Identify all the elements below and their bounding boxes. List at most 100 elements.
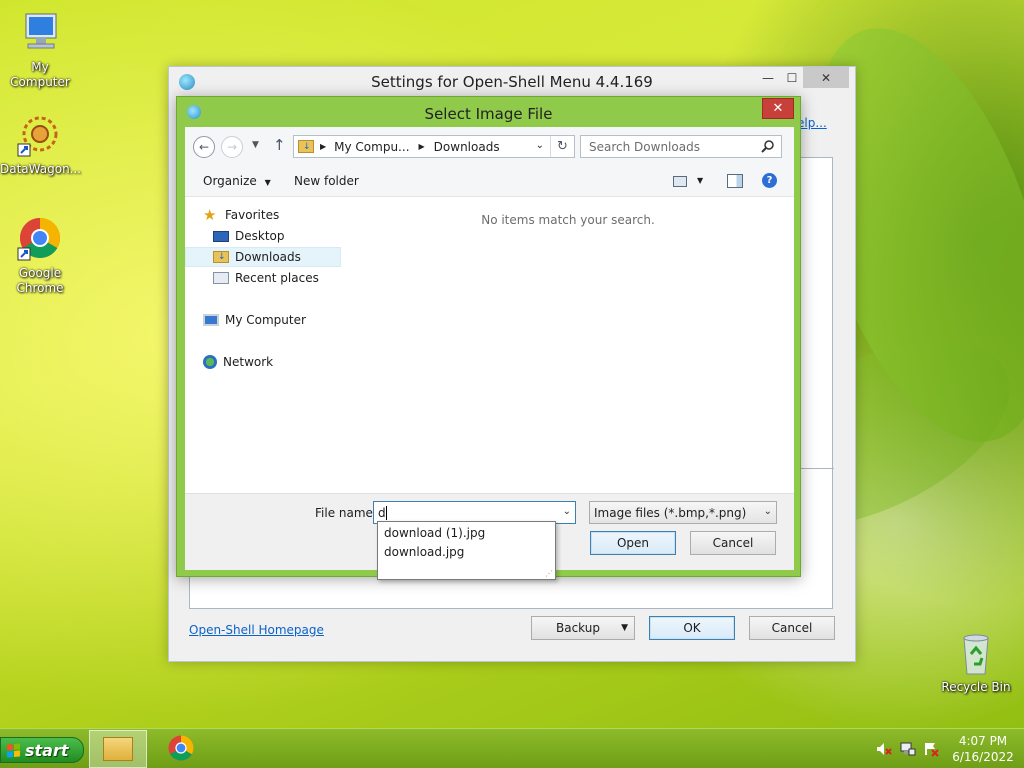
address-bar[interactable]: ↓ ▶ My Compu... ▶ Downloads ⌄ ↻ xyxy=(293,135,575,158)
file-list[interactable]: No items match your search. xyxy=(342,197,794,493)
up-arrow-icon[interactable]: ↑ xyxy=(273,136,286,154)
computer-icon xyxy=(203,314,219,326)
resize-grip-icon[interactable]: ⋰ xyxy=(545,569,553,578)
breadcrumb-downloads[interactable]: Downloads xyxy=(434,140,500,154)
nav-label: Network xyxy=(223,355,274,369)
autocomplete-list: download (1).jpg download.jpg ⋰ xyxy=(377,521,556,580)
desktop-icon-label: My Computer xyxy=(10,60,70,89)
datawagon-icon xyxy=(16,112,64,160)
search-icon xyxy=(761,139,775,156)
clock[interactable]: 4:07 PM 6/16/2022 xyxy=(948,733,1018,765)
start-button[interactable]: start xyxy=(0,737,84,763)
select-image-dialog: Select Image File ✕ ← → ▼ ↑ ↓ ▶ My Compu… xyxy=(176,96,801,577)
settings-titlebar[interactable]: Settings for Open-Shell Menu 4.4.169 — ☐… xyxy=(169,67,855,97)
desktop-icon-my-computer[interactable]: My Computer xyxy=(0,10,80,90)
clock-time: 4:07 PM xyxy=(958,734,1008,748)
clock-date: 6/16/2022 xyxy=(952,750,1014,764)
downloads-folder-icon: ↓ xyxy=(213,251,229,263)
windows-flag-icon xyxy=(7,742,20,758)
preview-pane-icon[interactable] xyxy=(727,174,743,188)
desktop-icon-datawagon[interactable]: DataWagon... xyxy=(0,112,82,177)
navigation-pane: ★ Favorites Desktop ↓ Downloads Recent p… xyxy=(185,197,342,493)
autocomplete-item[interactable]: download (1).jpg xyxy=(384,526,485,540)
organize-label: Organize xyxy=(203,174,257,188)
chevron-down-icon: ▼ xyxy=(264,178,271,187)
dropdown-arrow-icon: ▼ xyxy=(621,623,628,633)
dialog-close-button[interactable]: ✕ xyxy=(762,98,794,119)
dialog-titlebar[interactable]: Select Image File ✕ xyxy=(177,97,800,127)
nav-downloads[interactable]: ↓ Downloads xyxy=(185,247,341,267)
panel-divider xyxy=(800,468,834,469)
search-input[interactable]: Search Downloads xyxy=(589,140,700,154)
taskbar: start 4:07 PM 6/16/2022 xyxy=(0,728,1024,768)
desktop-icon-recycle-bin[interactable]: Recycle Bin xyxy=(936,630,1016,695)
chrome-icon xyxy=(166,733,196,766)
back-button[interactable]: ← xyxy=(193,136,215,158)
search-box[interactable]: Search Downloads xyxy=(580,135,782,158)
star-icon: ★ xyxy=(203,206,217,224)
close-button[interactable]: ✕ xyxy=(803,67,849,88)
view-options-chevron-icon[interactable]: ▼ xyxy=(697,176,703,185)
network-status-icon[interactable] xyxy=(900,741,916,757)
nav-recent-places[interactable]: Recent places xyxy=(213,268,319,288)
navigation-bar: ← → ▼ ↑ ↓ ▶ My Compu... ▶ Downloads ⌄ ↻ … xyxy=(185,127,794,167)
taskbar-file-explorer[interactable] xyxy=(89,730,147,768)
arrow-right-icon: → xyxy=(226,140,238,154)
action-center-icon[interactable] xyxy=(924,741,940,757)
open-button[interactable]: Open xyxy=(590,531,676,555)
folder-icon xyxy=(103,737,133,761)
arrow-left-icon: ← xyxy=(198,140,210,154)
homepage-link[interactable]: Open-Shell Homepage xyxy=(189,623,324,637)
new-folder-button[interactable]: New folder xyxy=(294,174,359,188)
chevron-down-icon[interactable]: ⌄ xyxy=(563,506,571,517)
autocomplete-item[interactable]: download.jpg xyxy=(384,545,464,559)
nav-label: Desktop xyxy=(235,229,285,243)
backup-button[interactable]: Backup ▼ xyxy=(531,616,635,640)
computer-icon xyxy=(16,10,64,58)
volume-muted-icon[interactable] xyxy=(876,741,892,757)
file-name-value: d xyxy=(378,505,386,520)
cancel-button[interactable]: Cancel xyxy=(749,616,835,640)
start-label: start xyxy=(25,740,69,760)
nav-label: My Computer xyxy=(225,313,306,327)
chevron-down-icon: ⌄ xyxy=(763,506,772,517)
help-icon[interactable]: ? xyxy=(762,173,777,188)
breadcrumb-separator-icon: ▶ xyxy=(418,142,425,151)
chrome-icon xyxy=(16,216,64,264)
taskbar-chrome[interactable] xyxy=(152,730,210,768)
refresh-icon[interactable]: ↻ xyxy=(550,136,574,157)
backup-label: Backup xyxy=(556,621,600,635)
recent-locations-chevron-icon[interactable]: ▼ xyxy=(252,140,259,150)
desktop-icon-google-chrome[interactable]: Google Chrome xyxy=(0,216,80,296)
nav-network[interactable]: Network xyxy=(203,352,273,372)
address-dropdown-icon[interactable]: ⌄ xyxy=(536,140,544,151)
text-cursor xyxy=(385,505,387,520)
dialog-title: Select Image File xyxy=(424,105,553,123)
help-link[interactable]: elp... xyxy=(797,116,827,130)
breadcrumb-my-computer[interactable]: My Compu... xyxy=(334,140,409,154)
forward-button[interactable]: → xyxy=(221,136,243,158)
dialog-content: ← → ▼ ↑ ↓ ▶ My Compu... ▶ Downloads ⌄ ↻ … xyxy=(185,127,794,570)
dialog-cancel-button[interactable]: Cancel xyxy=(690,531,776,555)
recycle-bin-icon xyxy=(952,630,1000,678)
desktop-icon-label: Recycle Bin xyxy=(941,680,1011,694)
desktop-icon xyxy=(213,230,229,242)
nav-label: Favorites xyxy=(225,208,280,222)
desktop-icon-label: DataWagon... xyxy=(0,162,82,176)
nav-desktop[interactable]: Desktop xyxy=(213,226,285,246)
network-icon xyxy=(203,355,217,369)
empty-message: No items match your search. xyxy=(481,213,655,227)
nav-favorites[interactable]: ★ Favorites xyxy=(203,205,279,225)
organize-button[interactable]: Organize ▼ xyxy=(203,174,271,188)
breadcrumb-separator-icon: ▶ xyxy=(320,142,327,151)
recent-places-icon xyxy=(213,272,229,284)
nav-my-computer[interactable]: My Computer xyxy=(203,310,306,330)
system-tray: 4:07 PM 6/16/2022 xyxy=(876,729,1024,768)
file-type-value: Image files (*.bmp,*.png) xyxy=(594,505,747,520)
nav-label: Downloads xyxy=(235,250,301,264)
change-view-icon[interactable] xyxy=(673,176,687,187)
ok-button[interactable]: OK xyxy=(649,616,735,640)
command-bar: Organize ▼ New folder ▼ ? xyxy=(185,167,794,197)
desktop-icon-label: Google Chrome xyxy=(16,266,64,295)
file-type-select[interactable]: Image files (*.bmp,*.png) ⌄ xyxy=(589,501,777,524)
